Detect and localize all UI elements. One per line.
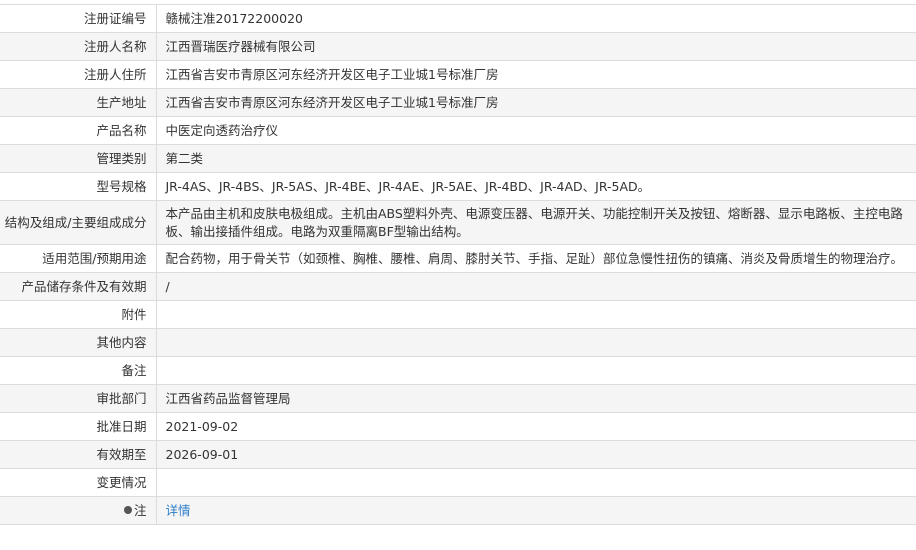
table-row: 产品储存条件及有效期 / (0, 272, 916, 301)
row-label: 注 (133, 502, 147, 518)
table-row: 型号规格 JR-4AS、JR-4BS、JR-5AS、JR-4BE、JR-4AE、… (0, 172, 916, 201)
row-label: 注册人住所 (0, 60, 157, 89)
row-label: 备注 (0, 356, 157, 385)
table-row: 有效期至 2026-09-01 (0, 440, 916, 469)
row-value (156, 356, 916, 385)
row-label: 生产地址 (0, 88, 157, 117)
row-label: 其他内容 (0, 328, 157, 357)
row-value: 配合药物，用于骨关节（如颈椎、胸椎、腰椎、肩周、膝肘关节、手指、足趾）部位急慢性… (156, 244, 916, 273)
row-value: 2026-09-01 (156, 440, 916, 469)
row-value: 本产品由主机和皮肤电极组成。主机由ABS塑料外壳、电源变压器、电源开关、功能控制… (156, 200, 916, 245)
table-row: 适用范围/预期用途 配合药物，用于骨关节（如颈椎、胸椎、腰椎、肩周、膝肘关节、手… (0, 244, 916, 273)
row-value: 中医定向透药治疗仪 (156, 116, 916, 145)
table-row: 附件 (0, 300, 916, 329)
row-value (156, 328, 916, 357)
row-value: 赣械注准20172200020 (156, 4, 916, 33)
row-value: / (156, 272, 916, 301)
table-row: 结构及组成/主要组成成分 本产品由主机和皮肤电极组成。主机由ABS塑料外壳、电源… (0, 200, 916, 245)
row-value: 详情 (156, 496, 916, 525)
table-row: 注 详情 (0, 496, 916, 525)
row-label: 产品名称 (0, 116, 157, 145)
row-label: 管理类别 (0, 144, 157, 173)
table-row: 审批部门 江西省药品监督管理局 (0, 384, 916, 413)
row-label: 适用范围/预期用途 (0, 244, 157, 273)
registration-detail-table: 注册证编号 赣械注准20172200020 注册人名称 江西晋瑞医疗器械有限公司… (0, 4, 916, 525)
row-value (156, 468, 916, 497)
row-label: 注册人名称 (0, 32, 157, 61)
row-label: 产品储存条件及有效期 (0, 272, 157, 301)
row-value (156, 300, 916, 329)
row-value: 第二类 (156, 144, 916, 173)
table-row: 注册证编号 赣械注准20172200020 (0, 4, 916, 33)
details-link[interactable]: 详情 (166, 503, 191, 518)
table-row: 批准日期 2021-09-02 (0, 412, 916, 441)
row-label: 审批部门 (0, 384, 157, 413)
note-label-cell: 注 (0, 496, 157, 525)
table-row: 生产地址 江西省吉安市青原区河东经济开发区电子工业城1号标准厂房 (0, 88, 916, 117)
row-label: 附件 (0, 300, 157, 329)
row-label: 批准日期 (0, 412, 157, 441)
note-icon (123, 506, 132, 514)
table-row: 变更情况 (0, 468, 916, 497)
row-value: 2021-09-02 (156, 412, 916, 441)
row-label: 变更情况 (0, 468, 157, 497)
row-label: 型号规格 (0, 172, 157, 201)
row-label: 结构及组成/主要组成成分 (0, 200, 157, 245)
row-value: 江西省吉安市青原区河东经济开发区电子工业城1号标准厂房 (156, 88, 916, 117)
table-row: 管理类别 第二类 (0, 144, 916, 173)
table-row: 注册人名称 江西晋瑞医疗器械有限公司 (0, 32, 916, 61)
row-label: 注册证编号 (0, 4, 157, 33)
row-label: 有效期至 (0, 440, 157, 469)
row-value: 江西省吉安市青原区河东经济开发区电子工业城1号标准厂房 (156, 60, 916, 89)
table-row: 备注 (0, 356, 916, 385)
table-row: 产品名称 中医定向透药治疗仪 (0, 116, 916, 145)
row-value: JR-4AS、JR-4BS、JR-5AS、JR-4BE、JR-4AE、JR-5A… (156, 172, 916, 201)
row-value: 江西晋瑞医疗器械有限公司 (156, 32, 916, 61)
table-row: 注册人住所 江西省吉安市青原区河东经济开发区电子工业城1号标准厂房 (0, 60, 916, 89)
row-value: 江西省药品监督管理局 (156, 384, 916, 413)
table-row: 其他内容 (0, 328, 916, 357)
